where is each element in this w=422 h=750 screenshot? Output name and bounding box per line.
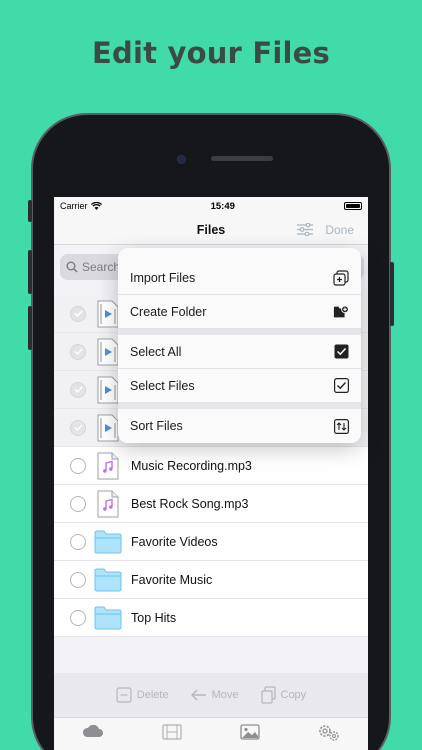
edit-toolbar: Delete Move Copy [54,673,368,717]
earpiece-speaker [211,156,273,161]
select-all-menu-item[interactable]: Select All [118,335,361,369]
copy-button[interactable]: Copy [260,686,306,704]
trash-icon [116,687,132,703]
delete-button[interactable]: Delete [116,687,169,703]
gear-icon [318,725,339,741]
search-icon [66,261,78,273]
selection-checkmark[interactable] [70,305,86,322]
file-name: Music Recording.mp3 [131,458,252,473]
checkbox-filled-icon [333,344,349,360]
video-file-icon [97,414,119,441]
file-name: Best Rock Song.mp3 [131,496,249,511]
tab-bar [54,717,368,750]
folder-icon [94,568,122,591]
selection-circle[interactable] [70,533,86,550]
selection-checkmark[interactable] [70,343,86,360]
mute-switch [28,200,32,222]
cloud-icon [83,724,104,737]
video-file-icon [97,300,119,327]
folder-plus-icon [333,304,349,320]
battery-icon [343,202,362,210]
checkbox-outline-icon [333,378,349,394]
list-item[interactable]: Top Hits [54,599,368,637]
selection-circle[interactable] [70,495,86,512]
sort-arrows-icon [333,418,349,434]
audio-file-icon [97,490,119,517]
audio-file-icon [97,452,119,479]
volume-down-button [28,306,32,350]
import-files-menu-item[interactable]: Import Files [118,248,361,295]
selection-circle[interactable] [70,457,86,474]
plus-square-icon [333,270,349,286]
sliders-icon[interactable] [297,223,314,236]
search-input[interactable]: Search [82,260,120,274]
list-item[interactable]: Favorite Music [54,561,368,599]
selection-checkmark[interactable] [70,419,86,436]
headline: Edit your Files [92,36,330,70]
tab-photos[interactable] [220,724,280,740]
front-camera [177,155,186,164]
photo-icon [240,724,260,740]
copy-icon [260,686,276,704]
selection-circle[interactable] [70,609,86,626]
page-title: Files [196,222,226,237]
list-item[interactable]: Best Rock Song.mp3 [54,485,368,523]
tab-videos[interactable] [142,724,202,740]
power-button [390,262,394,326]
folder-name: Favorite Videos [131,534,218,549]
create-folder-menu-item[interactable]: Create Folder [118,295,361,329]
video-file-icon [97,376,119,403]
list-item[interactable]: Music Recording.mp3 [54,447,368,485]
video-file-icon [97,338,119,365]
film-icon [162,724,182,740]
folder-icon [94,606,122,629]
volume-up-button [28,250,32,294]
done-button[interactable]: Done [325,223,354,237]
context-menu: Import Files Create Folder Select All Se… [118,248,361,443]
wifi-icon [90,202,102,210]
navigation-bar: Files Done [54,215,368,245]
arrow-left-icon [190,689,206,701]
carrier-label: Carrier [60,201,88,211]
folder-name: Favorite Music [131,572,213,587]
list-item[interactable]: Favorite Videos [54,523,368,561]
sort-files-menu-item[interactable]: Sort Files [118,409,361,443]
selection-circle[interactable] [70,571,86,588]
folder-name: Top Hits [131,610,177,625]
select-files-menu-item[interactable]: Select Files [118,369,361,403]
selection-checkmark[interactable] [70,381,86,398]
status-bar: Carrier 15:49 [54,197,368,215]
folder-icon [94,530,122,553]
tab-settings[interactable] [299,724,359,742]
move-button[interactable]: Move [190,689,239,701]
status-time: 15:49 [210,200,235,212]
tab-cloud[interactable] [63,724,123,738]
